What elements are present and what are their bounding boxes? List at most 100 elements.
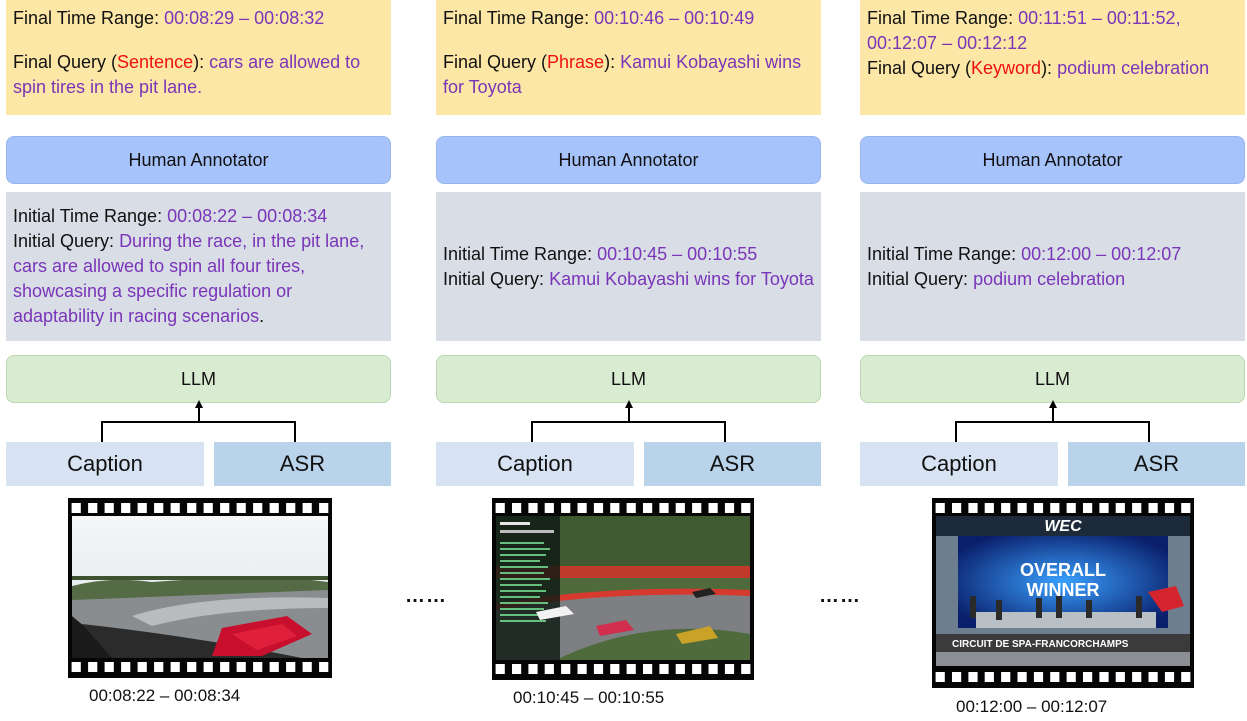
film-perforation — [88, 503, 98, 513]
winner-text: WINNER — [1027, 580, 1100, 600]
caption-label: Caption — [67, 451, 143, 476]
initial-time-label: Initial Time Range: — [13, 206, 163, 226]
film-perforation — [1083, 503, 1093, 513]
initial-annotation-box: Initial Time Range: 00:10:45 – 00:10:55 … — [436, 192, 821, 341]
film-perforation — [286, 503, 296, 513]
film-perforation — [593, 664, 604, 674]
film-perforation — [253, 662, 263, 672]
film-perforation — [1001, 503, 1011, 513]
final-query: Final Query (Phrase): Kamui Kobayashi wi… — [443, 50, 814, 100]
final-time-range: Final Time Range: 00:08:29 – 00:08:32 — [13, 6, 384, 31]
film-perforation — [269, 662, 279, 672]
caption-box: Caption — [6, 442, 204, 486]
initial-query-text: Kamui Kobayashi wins for Toyota — [549, 268, 814, 289]
initial-query-label: Initial Query: — [867, 268, 969, 289]
final-query-label: Final Query ( — [13, 52, 118, 72]
panel-sentence: Final Time Range: 00:08:29 – 00:08:32 Fi… — [6, 0, 391, 721]
final-query-close: ): — [1041, 58, 1053, 78]
final-time-value: 00:08:29 – 00:08:32 — [164, 8, 325, 28]
film-perforation — [495, 503, 505, 513]
film-perforation — [104, 503, 114, 513]
film-perforation — [1132, 672, 1142, 682]
film-perforation — [319, 503, 329, 513]
video-frame-race-track — [496, 516, 750, 660]
film-perforation — [528, 503, 538, 513]
film-perforation — [544, 664, 554, 674]
wec-logo-text: WEC — [1044, 518, 1082, 535]
film-perforation — [724, 664, 735, 674]
film-perforation — [659, 503, 669, 513]
film-perforation — [952, 672, 962, 682]
film-perforation — [1148, 503, 1158, 513]
initial-query-label: Initial Query: — [13, 231, 115, 251]
llm-label: LLM — [1034, 368, 1070, 389]
film-perforation — [104, 662, 114, 672]
film-perforation — [544, 503, 554, 513]
film-perforation — [236, 503, 246, 513]
initial-time-label: Initial Time Range: — [867, 243, 1017, 264]
film-perforation — [1115, 672, 1125, 682]
final-time-label: Final Time Range: — [867, 8, 1014, 28]
film-perforation — [1148, 672, 1158, 682]
film-perforation — [203, 662, 213, 672]
film-perforation — [659, 664, 669, 674]
film-perforation — [724, 503, 735, 513]
film-perforation — [1164, 672, 1175, 682]
initial-query-end: . — [259, 306, 265, 326]
film-perforation — [512, 503, 522, 513]
film-perforation — [286, 662, 296, 672]
llm-label: LLM — [180, 368, 216, 389]
asr-label: ASR — [279, 451, 326, 476]
film-perforation — [512, 664, 522, 674]
film-perforation — [610, 664, 620, 674]
video-frame-pit-lane — [72, 516, 328, 658]
film-perforation — [1083, 672, 1093, 682]
film-perforation — [220, 662, 230, 672]
film-perforation — [121, 503, 131, 513]
final-time-label: Final Time Range: — [13, 8, 160, 28]
initial-query: Initial Query: During the race, in the p… — [13, 229, 384, 329]
film-perforation — [935, 672, 945, 682]
initial-time-value: 00:12:00 – 00:12:07 — [1021, 243, 1182, 264]
initial-query: Initial Query: Kamui Kobayashi wins for … — [443, 267, 814, 292]
film-perforation — [170, 503, 180, 513]
film-perforation — [1033, 503, 1044, 513]
final-annotation-box: Final Time Range: 00:08:29 – 00:08:32 Fi… — [6, 0, 391, 115]
film-perforation — [1181, 672, 1191, 682]
asr-box: ASR — [1068, 442, 1245, 486]
clip-timestamp: 00:12:00 – 00:12:07 — [956, 697, 1108, 716]
connector-arrow — [531, 400, 726, 442]
film-perforation — [577, 503, 587, 513]
film-perforation — [561, 664, 571, 674]
human-annotator-label: Human Annotator — [982, 149, 1123, 170]
filmstrip-perforations-top — [71, 503, 329, 513]
final-query: Final Query (Keyword): podium celebratio… — [867, 56, 1238, 81]
filmstrip-perforations-top — [495, 503, 751, 513]
initial-query: Initial Query: podium celebration — [867, 267, 1238, 292]
film-perforation — [1050, 503, 1060, 513]
caption-box: Caption — [436, 442, 634, 486]
llm-box: LLM — [6, 355, 391, 403]
final-time-label: Final Time Range: — [443, 8, 590, 28]
human-annotator-box: Human Annotator — [860, 136, 1245, 184]
asr-label: ASR — [1133, 451, 1180, 476]
final-query-close: ): — [193, 52, 205, 72]
initial-time-range: Initial Time Range: 00:12:00 – 00:12:07 — [867, 242, 1238, 267]
caption-box: Caption — [860, 442, 1058, 486]
film-perforation — [984, 672, 994, 682]
filmstrip-perforations-bottom — [935, 672, 1191, 682]
film-perforation — [675, 664, 685, 674]
final-annotation-box: Final Time Range: 00:11:51 – 00:11:52, 0… — [860, 0, 1245, 115]
film-perforation — [1050, 672, 1060, 682]
final-query-close: ): — [604, 52, 616, 72]
human-annotator-label: Human Annotator — [558, 149, 699, 170]
film-perforation — [495, 664, 505, 674]
film-perforation — [269, 503, 279, 513]
human-annotator-box: Human Annotator — [436, 136, 821, 184]
film-perforation — [1066, 672, 1076, 682]
asr-box: ASR — [644, 442, 821, 486]
query-type: Keyword — [971, 58, 1042, 78]
film-perforation — [1164, 503, 1175, 513]
filmstrip-perforations-bottom — [495, 664, 751, 674]
overall-text: OVERALL — [1020, 560, 1106, 580]
